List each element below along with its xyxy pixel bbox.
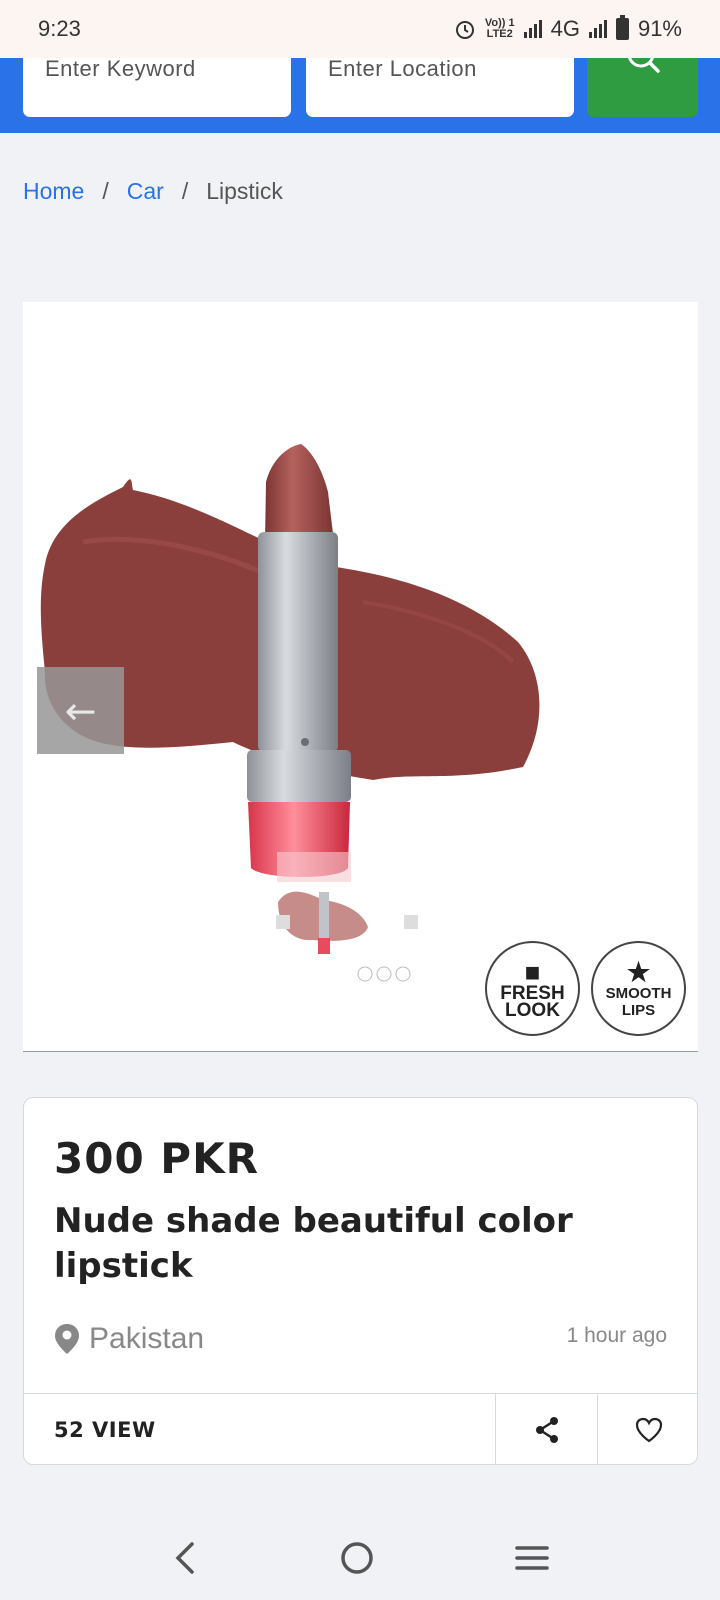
network-type: 4G [550,16,580,41]
view-count: 52 VIEW [54,1418,156,1442]
breadcrumb-separator: / [181,178,189,204]
badge-text: LIPS [621,1001,656,1019]
status-icons: Vo)) 1 LTE2 4G 91% [454,15,682,42]
recent-apps-icon[interactable] [514,1543,550,1573]
breadcrumb-separator: / [102,178,109,204]
location-text: Pakistan [89,1322,205,1355]
battery-icon [615,15,629,40]
home-icon[interactable] [339,1540,375,1576]
map-pin-icon [55,1324,79,1354]
square-icon: ■ [524,956,541,987]
volte-indicator: Vo)) 1 LTE2 [485,18,515,40]
posted-time: 1 hour ago [566,1324,667,1347]
keyword-input[interactable]: Enter Keyword [23,48,291,117]
status-time: 9:23 [38,16,81,41]
search-header: Enter Keyword Enter Location [0,48,720,133]
status-bar: 9:23 Vo)) 1 LTE2 4G 91% [0,0,720,58]
battery-level: 91% [637,16,682,41]
favorite-button[interactable] [597,1394,697,1464]
previous-image-button[interactable]: ← [37,667,124,754]
location-input[interactable]: Enter Location [306,48,574,117]
badge-text: FRESH [500,982,565,1004]
breadcrumb-car[interactable]: Car [127,178,164,205]
search-button[interactable] [587,48,698,117]
arrow-left-icon: ← [64,688,97,733]
signal-icon [523,20,542,38]
share-icon [535,1417,558,1443]
breadcrumb-current: Lipstick [206,178,283,204]
breadcrumb: Home / Car / Lipstick [23,178,283,205]
image-gallery[interactable]: ← ■ FRESH LOOK ★ SMOOTH LIPS [23,302,698,1052]
system-navigation-bar [0,1515,720,1600]
listing-card: 300 PKR Nude shade beautiful color lipst… [23,1097,698,1465]
product-image [40,444,540,982]
fresh-look-badge: ■ FRESH LOOK [485,941,580,1036]
card-footer: 52 VIEW [24,1393,697,1464]
smooth-lips-badge: ★ SMOOTH LIPS [591,941,686,1036]
heart-icon [635,1417,662,1443]
badge-text: SMOOTH [605,984,672,1002]
back-icon[interactable] [170,1540,200,1576]
star-icon: ★ [626,956,651,987]
breadcrumb-home[interactable]: Home [23,178,84,205]
alarm-icon [455,21,474,39]
listing-title: Nude shade beautiful color lipstick [54,1201,573,1286]
volte-bottom: LTE2 [486,28,513,40]
signal-icon-2 [588,20,607,38]
listing-location: Pakistan [54,1322,204,1356]
listing-price: 300 PKR [54,1134,259,1183]
badge-text: LOOK [505,999,560,1021]
share-button[interactable] [495,1394,597,1464]
